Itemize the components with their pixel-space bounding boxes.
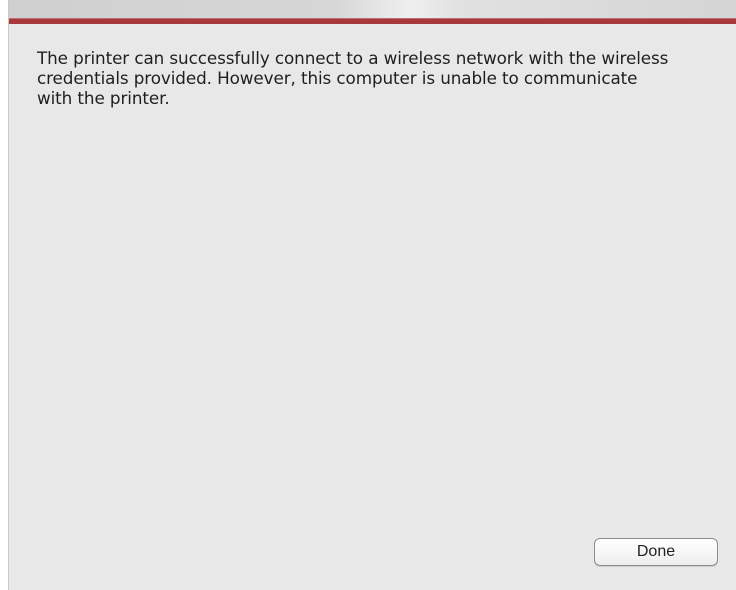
dialog-message: The printer can successfully connect to … <box>37 48 669 108</box>
window-title-strip <box>9 0 736 18</box>
done-button[interactable]: Done <box>594 538 718 566</box>
printer-setup-dialog: The printer can successfully connect to … <box>8 0 736 590</box>
accent-bar <box>9 18 736 24</box>
